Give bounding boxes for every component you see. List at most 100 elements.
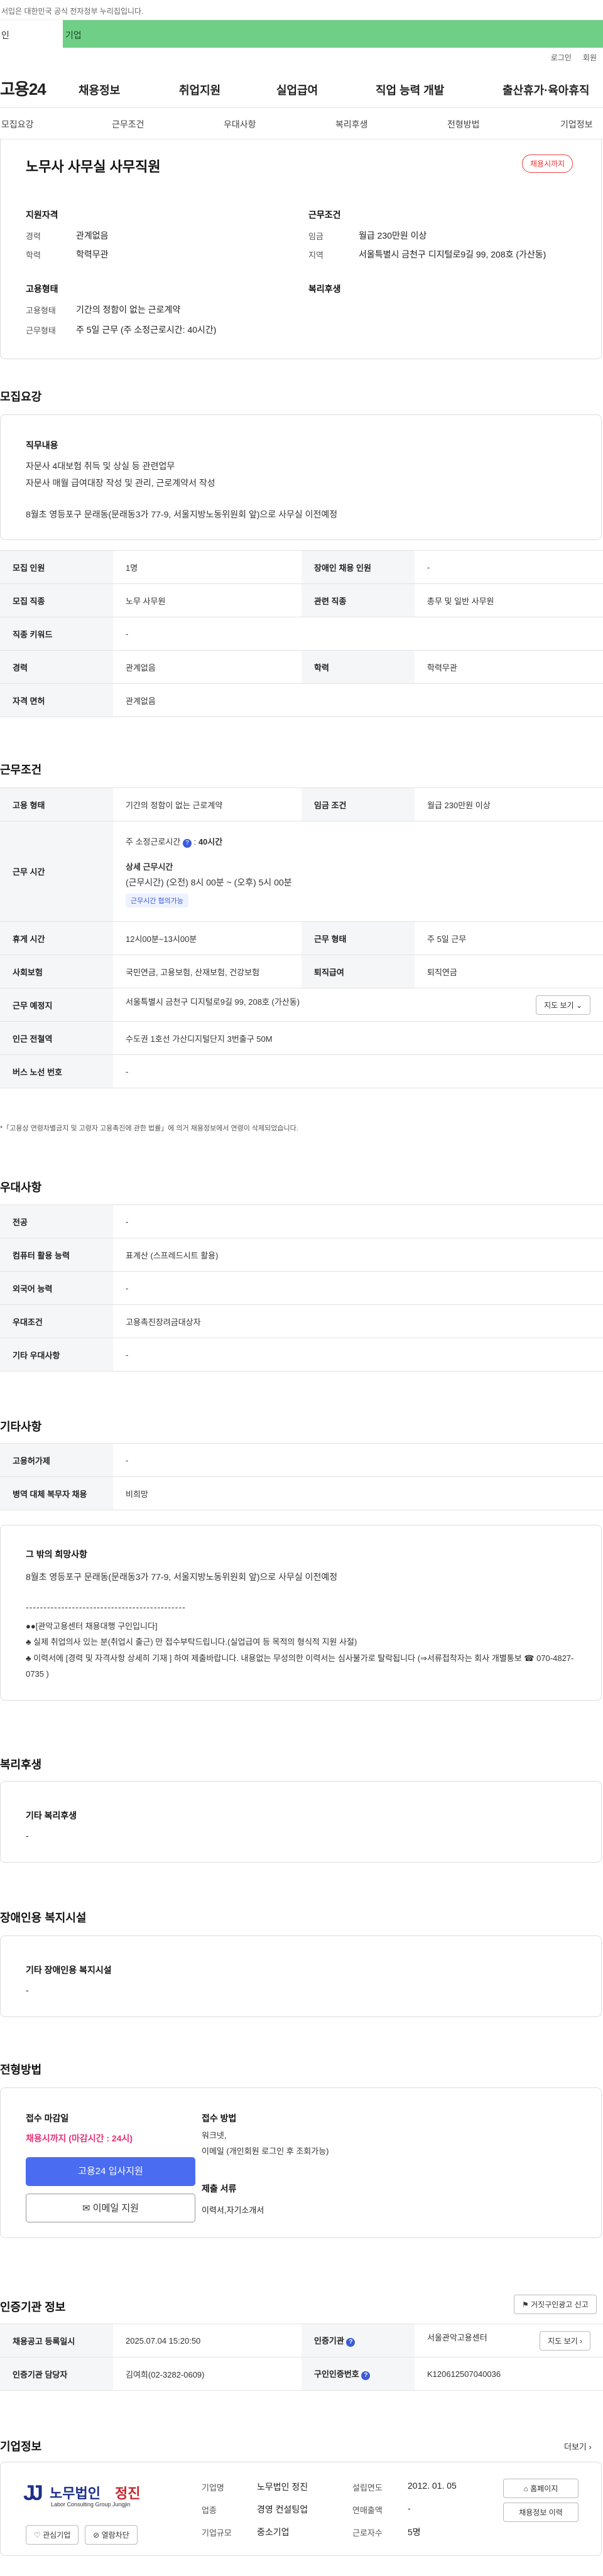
row-label: 인증기관 담당자 — [0, 2357, 113, 2391]
gnb-item-unemployment-benefits[interactable]: 실업급여 — [276, 82, 318, 98]
row-label: 구인인증번호 ? — [302, 2357, 415, 2391]
info-icon[interactable]: ? — [182, 839, 192, 848]
tab-company[interactable]: 기업 — [63, 20, 603, 48]
row-value: - — [415, 550, 603, 584]
apply-email-button[interactable]: ✉ 이메일 지원 — [26, 2194, 195, 2222]
logo-subtitle: Labor Consulting Group Jungjin — [51, 2501, 131, 2508]
work-table: 고용 형태 기간의 정함이 없는 근로계약 임금 조건 월급 230만원 이상 근무 … — [0, 787, 603, 1088]
anchor-welfare[interactable]: 복리후생 — [335, 118, 368, 131]
report-fake-ad-button[interactable]: ⚑ 거짓구인광고 신고 — [514, 2295, 597, 2314]
row-value: - — [113, 1271, 603, 1305]
global-nav: 고용24 채용정보 취업지원 실업급여 직업 능력 개발 출산휴가·육아휴직 — [0, 67, 603, 108]
anchor-conditions[interactable]: 근무조건 — [112, 118, 144, 131]
row-label: 고용 형태 — [0, 787, 113, 821]
company-name-label: 기업명 — [202, 2483, 224, 2492]
disability-value: - — [26, 1985, 29, 1995]
anchor-preference[interactable]: 우대사항 — [224, 118, 256, 131]
block-company-button[interactable]: ⊘ 열람차단 — [85, 2525, 138, 2545]
row-value: 주 5일 근무 — [415, 921, 603, 955]
education-label: 학력 — [26, 251, 41, 260]
age-notice: *「고용상 연령차별금지 및 고령자 고용촉진에 관한 법률」에 의거 채용정보… — [0, 1125, 298, 1132]
homepage-button[interactable]: ⌂ 홈페이지 — [503, 2479, 579, 2498]
logo-mark: JJ — [23, 2481, 43, 2505]
heart-icon: ♡ — [34, 2531, 41, 2540]
table-row: 컴퓨터 활용 능력 표계산 (스프레드시트 활용) — [0, 1238, 603, 1272]
agency-org-value: 서울관악고용센터 — [427, 2332, 487, 2342]
site-logo[interactable]: 고용24 — [0, 77, 46, 100]
gnb-item-jobs[interactable]: 채용정보 — [79, 82, 120, 98]
company-size-label: 기업규모 — [202, 2528, 232, 2538]
method-label: 접수 방법 — [202, 2113, 237, 2123]
row-value: 퇴직연금 — [415, 955, 603, 988]
table-row: 모집 직종 노무 사무원 관련 직종 총무 및 일반 사무원 — [0, 583, 603, 617]
career-label: 경력 — [26, 232, 41, 241]
disability-card: 기타 장애인용 복지시설 - — [0, 1935, 602, 2017]
welfare-heading: 복리후생 — [0, 1758, 42, 1771]
wage-value: 월급 230만원 이상 — [359, 230, 427, 241]
work-place-cell: 서울특별시 금천구 디지털로9길 99, 208호 (가산동) 지도 보기 ⌄ — [113, 988, 603, 1022]
apply-online-button[interactable]: 고용24 입사지원 — [26, 2157, 195, 2186]
agency-org-cell: 서울관악고용센터 지도 보기 › — [415, 2324, 603, 2357]
row-value: 학력무관 — [415, 650, 603, 684]
row-label: 전공 — [0, 1204, 113, 1238]
table-row: 고용허가제 - — [0, 1443, 603, 1477]
gnb-item-employment-support[interactable]: 취업지원 — [179, 82, 220, 98]
flexible-hours-tag: 근무시간 협의가능 — [126, 894, 189, 907]
company-logo: JJ 노무법인 정진 Labor Consulting Group Jungji… — [23, 2479, 168, 2516]
info-icon[interactable]: ? — [361, 2371, 371, 2380]
company-more-link[interactable]: 더보기 › — [564, 2440, 592, 2452]
row-label: 컴퓨터 활용 능력 — [0, 1238, 113, 1272]
row-value: - — [113, 1054, 603, 1088]
row-label: 인증기관 ? — [302, 2324, 415, 2357]
anchor-selection[interactable]: 전형방법 — [447, 118, 480, 131]
hiring-history-button[interactable]: 채용정보 이력 — [503, 2503, 579, 2522]
table-row: 근무 시간 주 소정근로시간 ? : 40시간 상세 근무시간 (근무시간) (… — [0, 821, 603, 922]
table-row: 모집 인원 1명 장애인 채용 인원 - — [0, 550, 603, 584]
anchor-company[interactable]: 기업정보 — [560, 118, 593, 131]
gnb-item-parental-leave[interactable]: 출산휴가·육아휴직 — [503, 82, 589, 98]
welfare-value: - — [26, 1831, 29, 1841]
education-value: 학력무관 — [76, 249, 109, 259]
table-row: 인근 전철역 수도권 1호선 가산디지털단지 3번출구 50M — [0, 1021, 603, 1055]
conditions-heading: 근무조건 — [308, 210, 341, 220]
row-value: 노무 사무원 — [113, 583, 302, 617]
company-size-value: 중소기업 — [257, 2527, 290, 2537]
table-row: 병역 대체 복무자 채용 비희망 — [0, 1476, 603, 1510]
other-wishes-text: 8월초 영등포구 문래동(문래동3가 77-9, 서울지방노동위원회 앞)으로 … — [26, 1572, 338, 1582]
anchor-recruit[interactable]: 모집요강 — [1, 118, 34, 131]
row-label: 근무 형태 — [302, 921, 415, 955]
work-type-value: 주 5일 근무 (주 소정근로시간: 40시간) — [76, 325, 217, 335]
map-button[interactable]: 지도 보기 ⌄ — [536, 995, 590, 1015]
mail-icon: ✉ — [82, 2203, 90, 2214]
row-label: 인근 전철역 — [0, 1021, 113, 1055]
join-link[interactable]: 회원 — [583, 52, 597, 63]
weekly-hours-label: 주 소정근로시간 — [126, 837, 181, 847]
tab-individual[interactable]: 인 — [0, 20, 63, 48]
employment-type-heading: 고용형태 — [26, 284, 58, 294]
wage-label: 임금 — [308, 232, 323, 241]
company-name-value: 노무법인 정진 — [257, 2482, 308, 2492]
row-label: 기타 우대사항 — [0, 1338, 113, 1372]
gnb-item-job-training[interactable]: 직업 능력 개발 — [376, 82, 444, 98]
block-icon: ⊘ — [93, 2531, 100, 2540]
weekly-hours-value: 40시간 — [198, 837, 223, 847]
logo-name: 정진 — [115, 2486, 141, 2501]
logo-title: 노무법인 — [50, 2486, 100, 2501]
row-label: 채용공고 등록일시 — [0, 2324, 113, 2357]
career-value: 관계없음 — [76, 230, 109, 241]
row-label: 고용허가제 — [0, 1443, 113, 1477]
row-label: 근무 시간 — [0, 821, 113, 922]
utility-links: 로그인 회원 — [0, 48, 603, 67]
agency-map-button[interactable]: 지도 보기 › — [540, 2330, 590, 2351]
info-icon[interactable]: ? — [346, 2338, 356, 2347]
row-label: 우대조건 — [0, 1304, 113, 1338]
row-label: 모집 직종 — [0, 583, 113, 617]
work-heading: 근무조건 — [0, 764, 42, 776]
row-value: 표계산 (스프레드시트 활용) — [113, 1238, 603, 1272]
work-type-label: 근무형태 — [26, 326, 56, 335]
row-value: 총무 및 일반 사무원 — [415, 583, 603, 617]
login-link[interactable]: 로그인 — [551, 52, 572, 63]
duty-text: 자문사 4대보험 취득 및 상실 등 관련업무 자문사 매월 급여대장 작성 및… — [26, 461, 215, 488]
table-row: 우대조건 고용촉진장려금대상자 — [0, 1304, 603, 1338]
favorite-company-button[interactable]: ♡ 관심기업 — [26, 2525, 79, 2545]
